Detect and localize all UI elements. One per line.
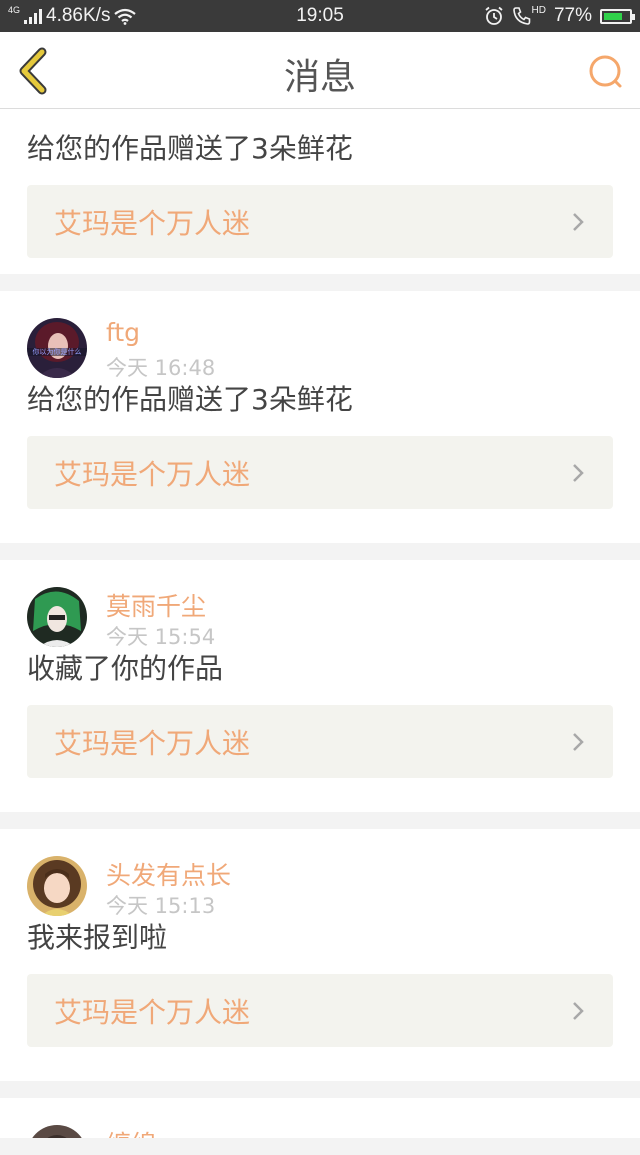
message-time: 今天 15:13 <box>106 894 216 918</box>
message-card: 缠绵 <box>0 1098 640 1138</box>
user-name[interactable]: 莫雨千尘 <box>106 587 206 623</box>
phone-hd-icon: HD <box>512 6 546 26</box>
battery-percent: 77% <box>553 5 592 26</box>
work-link[interactable]: 艾玛是个万人迷 <box>27 436 613 509</box>
message-text: 收藏了你的作品 <box>27 652 224 685</box>
work-link[interactable]: 艾玛是个万人迷 <box>27 705 613 778</box>
work-title: 艾玛是个万人迷 <box>54 727 251 760</box>
user-name[interactable]: 缠绵 <box>106 1125 156 1138</box>
search-button[interactable] <box>586 52 626 92</box>
hd-label: HD <box>531 5 546 16</box>
work-title: 艾玛是个万人迷 <box>54 996 251 1029</box>
avatar[interactable] <box>27 856 87 916</box>
status-bar: 4G 4.86K/s 19:05 HD 77% <box>0 0 640 32</box>
message-list: 给您的作品赠送了3朵鲜花 艾玛是个万人迷 你以为你是什么 ftg 今天 16:4… <box>0 109 640 1155</box>
chevron-right-icon <box>573 733 584 751</box>
user-name[interactable]: 头发有点长 <box>106 856 231 892</box>
user-row: 头发有点长 今天 15:13 <box>27 829 613 924</box>
avatar-overlay-text: 你以为你是什么 <box>33 347 82 356</box>
user-row: 莫雨千尘 今天 15:54 <box>27 560 613 655</box>
avatar[interactable]: 你以为你是什么 <box>27 318 87 378</box>
work-title: 艾玛是个万人迷 <box>54 207 251 240</box>
message-text: 给您的作品赠送了3朵鲜花 <box>27 383 353 416</box>
user-row: 你以为你是什么 ftg 今天 16:48 <box>27 291 613 386</box>
avatar[interactable] <box>27 587 87 647</box>
user-row: 缠绵 <box>27 1098 613 1138</box>
chevron-right-icon <box>573 1002 584 1020</box>
message-card: 给您的作品赠送了3朵鲜花 艾玛是个万人迷 <box>0 109 640 274</box>
message-card: 你以为你是什么 ftg 今天 16:48 给您的作品赠送了3朵鲜花 艾玛是个万人… <box>0 291 640 543</box>
battery-fill <box>604 12 622 20</box>
message-card: 头发有点长 今天 15:13 我来报到啦 艾玛是个万人迷 <box>0 829 640 1081</box>
chevron-right-icon <box>573 464 584 482</box>
battery-icon <box>600 8 635 24</box>
work-link[interactable]: 艾玛是个万人迷 <box>27 974 613 1047</box>
chevron-right-icon <box>573 213 584 231</box>
page-title: 消息 <box>283 57 356 98</box>
status-right: HD 77% <box>484 5 635 27</box>
alarm-icon <box>484 6 503 25</box>
avatar[interactable] <box>27 1125 87 1138</box>
message-time: 今天 16:48 <box>106 356 216 380</box>
message-card: 莫雨千尘 今天 15:54 收藏了你的作品 艾玛是个万人迷 <box>0 560 640 812</box>
message-text: 我来报到啦 <box>27 921 168 954</box>
message-text: 给您的作品赠送了3朵鲜花 <box>27 132 353 165</box>
search-icon <box>589 55 622 88</box>
work-link[interactable]: 艾玛是个万人迷 <box>27 185 613 258</box>
work-title: 艾玛是个万人迷 <box>54 458 251 491</box>
user-name[interactable]: ftg <box>106 318 140 347</box>
nav-header: 消息 <box>0 32 640 109</box>
message-time: 今天 15:54 <box>106 625 216 649</box>
